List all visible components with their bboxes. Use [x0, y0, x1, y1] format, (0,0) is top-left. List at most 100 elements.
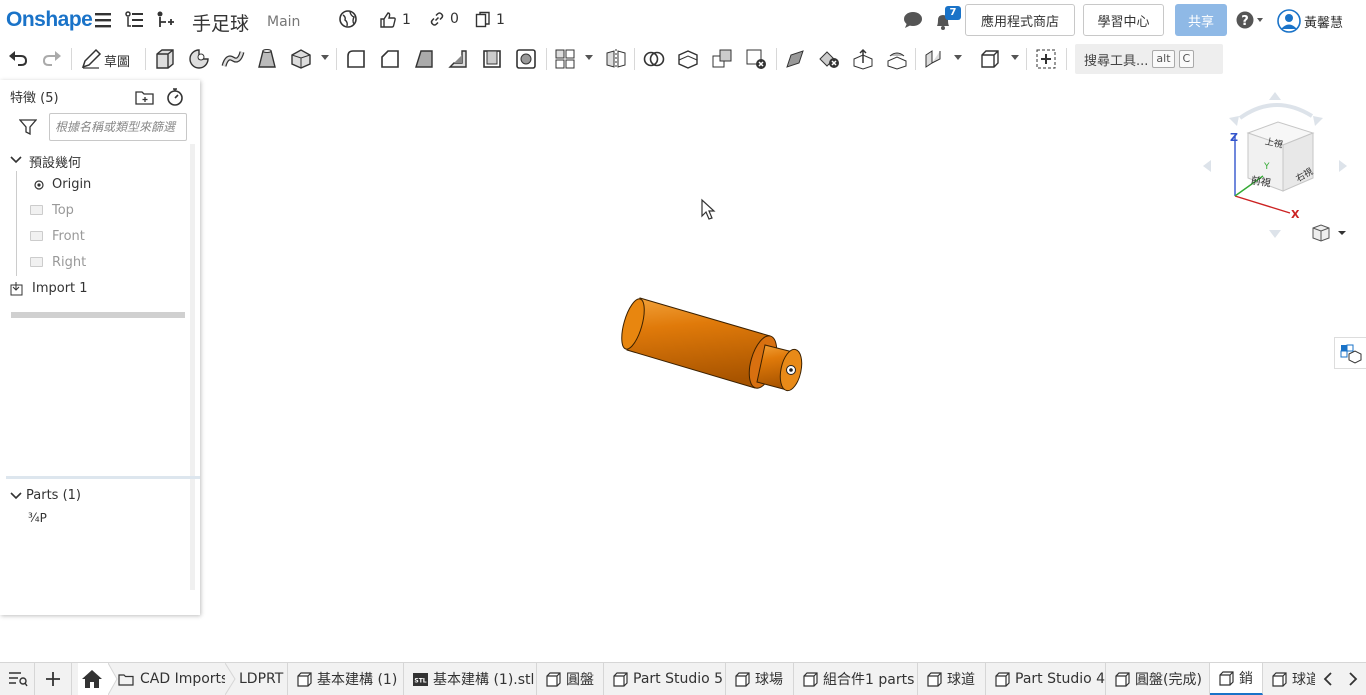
likes-stat[interactable]: 1 [379, 11, 411, 29]
links-stat[interactable]: 0 [429, 11, 459, 27]
sketch-icon[interactable] [79, 47, 103, 71]
search-tools-input[interactable]: 搜尋工具... alt C [1075, 44, 1223, 74]
fillet-icon[interactable] [344, 47, 368, 71]
part-studio-icon [1219, 670, 1234, 686]
globe-icon[interactable] [338, 9, 360, 31]
draft-icon[interactable] [412, 47, 436, 71]
sketch-button-label[interactable]: 草圖 [104, 51, 130, 70]
tab-field[interactable]: 球場 [726, 663, 794, 695]
view-options-cube-icon[interactable] [1311, 223, 1347, 243]
onshape-logo[interactable]: Onshape [6, 8, 93, 32]
svg-text:STL: STL [414, 677, 426, 684]
add-folder-icon[interactable] [135, 88, 155, 106]
tab-ball-track[interactable]: 球道 [918, 663, 986, 695]
part-studio-icon [735, 671, 750, 687]
import-feature-item[interactable]: Import 1 [32, 281, 88, 296]
cylinder-part-model[interactable] [615, 290, 815, 400]
scroll-tabs-right-icon[interactable] [1347, 672, 1359, 686]
app-store-button[interactable]: 應用程式商店 [965, 4, 1075, 36]
feature-filter-input[interactable]: 根據名稱或類型來篩選 [49, 113, 187, 141]
user-name[interactable]: 黃馨慧 [1304, 12, 1343, 31]
tab-part-studio-5[interactable]: Part Studio 5 [604, 663, 726, 695]
tab-pin-active[interactable]: 銷 [1210, 663, 1263, 695]
view-cube[interactable]: 上視 前視 右視 Z X Y [1195, 88, 1355, 243]
modify-fillet-icon[interactable] [783, 47, 807, 71]
tab-label: LDPRT [239, 671, 284, 687]
folder-icon [118, 673, 134, 686]
tab-ldprt[interactable]: LDPRT [233, 663, 288, 695]
default-geometry-folder[interactable]: 預設幾何 [29, 152, 81, 171]
tab-label: Part Studio 5 [633, 671, 724, 687]
tab-disc[interactable]: 圓盤 [537, 663, 604, 695]
split-icon[interactable] [676, 47, 700, 71]
plane-front-item[interactable]: Front [52, 229, 85, 244]
chevron-down-icon[interactable] [9, 155, 23, 165]
filter-icon[interactable] [19, 119, 37, 135]
rib-icon[interactable] [446, 47, 470, 71]
tab-disc-complete[interactable]: 圓盤(完成) [1106, 663, 1210, 695]
sweep-icon[interactable] [221, 47, 245, 71]
undo-icon[interactable] [6, 47, 30, 71]
shell-icon[interactable] [480, 47, 504, 71]
feature-list-scrollbar[interactable] [190, 144, 195, 590]
panel-divider[interactable] [6, 476, 200, 479]
link-icon [430, 12, 444, 26]
user-avatar-icon[interactable] [1277, 9, 1301, 33]
extrude-icon[interactable] [153, 47, 177, 71]
copies-stat[interactable]: 1 [475, 11, 505, 29]
scroll-tabs-left-icon[interactable] [1322, 672, 1334, 686]
redo-icon[interactable] [40, 47, 64, 71]
tab-assembly-parts[interactable]: 組合件1 parts [794, 663, 918, 695]
add-custom-feature-icon[interactable] [1034, 47, 1058, 71]
feature-list-icon[interactable] [124, 9, 146, 31]
home-tab[interactable] [78, 663, 108, 695]
plane-right-item[interactable]: Right [52, 255, 86, 270]
help-icon[interactable]: ? [1236, 10, 1263, 32]
chevron-down-icon[interactable] [9, 491, 23, 501]
comments-icon[interactable] [902, 10, 924, 32]
part-studio-icon [803, 671, 818, 687]
hole-icon[interactable] [514, 47, 538, 71]
sheet-metal-icon[interactable] [922, 47, 946, 71]
transform-icon[interactable] [710, 47, 734, 71]
hamburger-menu-icon[interactable] [93, 9, 115, 31]
tab-label: 球道 [947, 672, 975, 688]
add-tab-icon[interactable] [44, 670, 62, 688]
boolean-icon[interactable] [642, 47, 666, 71]
revolve-icon[interactable] [187, 47, 211, 71]
thumbs-up-icon [380, 12, 396, 28]
chamfer-icon[interactable] [378, 47, 402, 71]
rollback-timer-icon[interactable] [166, 87, 184, 107]
delete-face-icon[interactable] [817, 47, 841, 71]
folder-breadcrumb[interactable]: CAD Imports [118, 663, 228, 695]
origin-item[interactable]: Origin [52, 177, 91, 192]
plane-icon [30, 231, 43, 241]
rollback-bar[interactable] [11, 312, 185, 318]
learning-center-button[interactable]: 學習中心 [1083, 4, 1164, 36]
thicken-icon[interactable] [289, 47, 313, 71]
appearance-panel-button[interactable] [1334, 337, 1366, 369]
insert-part-studio-icon[interactable] [978, 47, 1002, 71]
delete-part-icon[interactable] [744, 47, 768, 71]
mirror-icon[interactable] [604, 47, 628, 71]
tab-manager-icon[interactable] [8, 671, 28, 687]
parts-header[interactable]: Parts (1) [26, 488, 81, 503]
plane-top-item[interactable]: Top [52, 203, 74, 218]
share-button[interactable]: 共享 [1175, 4, 1227, 36]
view-cube-front-face[interactable]: 前視 [1250, 171, 1272, 189]
move-face-icon[interactable] [851, 47, 875, 71]
tab-ball-track-2[interactable]: 球道 [1263, 663, 1315, 695]
tab-part-studio-4[interactable]: Part Studio 4 [986, 663, 1106, 695]
document-title[interactable]: 手足球 [192, 9, 249, 36]
replace-face-icon[interactable] [885, 47, 909, 71]
part-item[interactable]: ¾P [28, 511, 47, 525]
tab-basic-construction-stl[interactable]: STL 基本建構 (1).stl [404, 663, 537, 695]
pattern-icon[interactable] [553, 47, 577, 71]
part-studio-icon [613, 671, 628, 687]
loft-icon[interactable] [255, 47, 279, 71]
branch-name[interactable]: Main [267, 14, 300, 30]
instances-icon[interactable] [155, 9, 177, 31]
tab-basic-construction[interactable]: 基本建構 (1) [288, 663, 404, 695]
tab-label: 銷 [1239, 671, 1253, 687]
links-count: 0 [450, 11, 459, 27]
